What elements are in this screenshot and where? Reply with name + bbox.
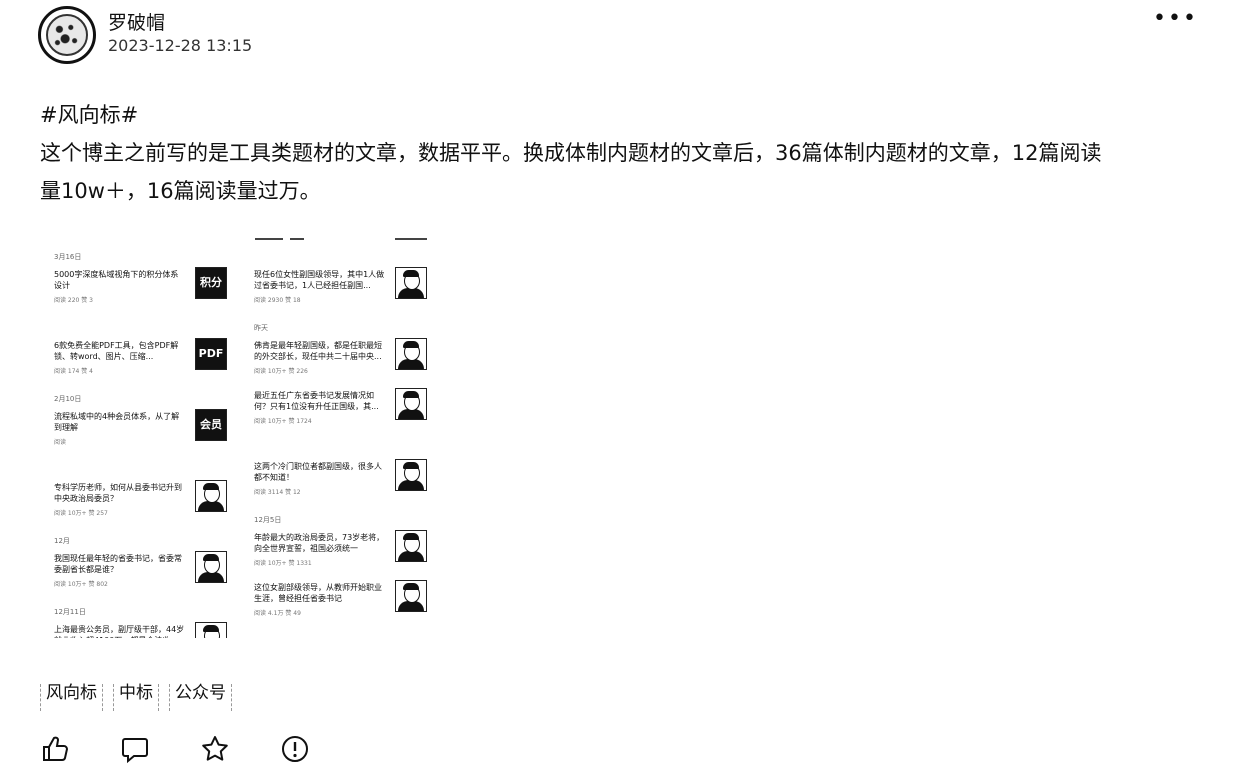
portrait-thumbnail — [195, 551, 227, 583]
tag-zhongbiao[interactable]: 中标 — [113, 678, 159, 711]
article-item: 上海最贵公务员，副厅级干部，44岁就业收入超4100万，都是合法收入！阅读 — [50, 620, 235, 638]
article-meta: 阅读 10万+ 赞 802 — [54, 581, 108, 588]
action-bar — [40, 734, 310, 764]
comment-icon[interactable] — [120, 734, 150, 764]
author-name[interactable]: 罗破帽 — [108, 8, 165, 35]
post-hashtag[interactable]: #风向标# — [40, 96, 1200, 134]
article-title: 6款免费全能PDF工具，包含PDF解锁、转word、图片、压缩... — [54, 341, 179, 361]
article-group-label: 12月 — [54, 537, 70, 545]
article-item: 5000字深度私域视角下的积分体系设计阅读 220 赞 3 积分 — [50, 265, 235, 309]
topic-tags: 风向标 中标 公众号 — [40, 678, 232, 711]
article-group-label — [54, 465, 235, 474]
article-group-label — [254, 252, 432, 261]
article-group-label: 2月10日 — [54, 395, 82, 403]
post-line-1: 这个博主之前写的是工具类题材的文章，数据平平。换成体制内题材的文章后，36篇体制… — [40, 141, 1102, 165]
article-meta: 阅读 2930 赞 18 — [254, 297, 301, 304]
post-image[interactable]: 3月16日 5000字深度私域视角下的积分体系设计阅读 220 赞 3 积分 6款免费… — [40, 238, 432, 638]
article-group-label: 12月5日 — [254, 516, 282, 524]
text-thumbnail: 积分 — [195, 267, 227, 299]
text-thumbnail: PDF — [195, 338, 227, 370]
article-group-label: 3月16日 — [54, 253, 82, 261]
article-meta: 阅读 4.1万 赞 49 — [254, 610, 301, 617]
image-left-column: 3月16日 5000字深度私域视角下的积分体系设计阅读 220 赞 3 积分 6款免费… — [50, 238, 235, 638]
article-item: 流程私域中的4种会员体系，从了解到理解阅读 会员 — [50, 407, 235, 451]
tag-fengxiangbiao[interactable]: 风向标 — [40, 678, 103, 711]
portrait-thumbnail — [395, 267, 427, 299]
article-title: 专科学历老师，如何从县委书记升到中央政治局委员？ — [54, 483, 182, 503]
article-item: 最近五任广东省委书记发展情况如何？只有1位没有升任正国级，其... 阅读 10万+… — [250, 386, 432, 430]
article-item: 这两个冷门职位者都副国级，很多人都不知道！ 阅读 3114 赞 12 — [250, 457, 432, 501]
article-title: 最近五任广东省委书记发展情况如何？只有1位没有升任正国级，其... — [254, 391, 379, 411]
article-item: 佛肯是最年轻副国级，都是任职最短的外交部长，现任中共二十届中央... 阅读 10万… — [250, 336, 432, 380]
portrait-thumbnail — [195, 622, 227, 638]
portrait-thumbnail — [395, 338, 427, 370]
portrait-thumbnail — [395, 530, 427, 562]
article-item: 现任6位女性副国级领导，其中1人做过省委书记，1人已经担任副国... 阅读 293… — [250, 265, 432, 309]
article-item: 这位女副部级领导，从教师开始职业生涯，曾经担任省委书记阅读 4.1万 赞 49 — [250, 578, 432, 622]
article-title: 我国现任最年轻的省委书记，省委常委副省长都是谁？ — [54, 554, 182, 574]
article-title: 这位女副部级领导，从教师开始职业生涯，曾经担任省委书记 — [254, 583, 382, 603]
article-group-label — [254, 444, 432, 453]
article-group-label: 昨天 — [254, 324, 268, 332]
article-meta: 阅读 10万+ 赞 1724 — [254, 418, 312, 425]
article-meta: 阅读 220 赞 3 — [54, 297, 93, 304]
article-item: 我国现任最年轻的省委书记，省委常委副省长都是谁？ 阅读 10万+ 赞 802 — [50, 549, 235, 593]
like-icon[interactable] — [40, 734, 70, 764]
avatar-image — [46, 14, 88, 56]
author-avatar[interactable] — [38, 6, 96, 64]
star-icon[interactable] — [200, 734, 230, 764]
image-right-column: 现任6位女性副国级领导，其中1人做过省委书记，1人已经担任副国... 阅读 293… — [250, 238, 432, 628]
article-title: 佛肯是最年轻副国级，都是任职最短的外交部长，现任中共二十届中央... — [254, 341, 382, 361]
post-line-2: 量10w＋，16篇阅读量过万。 — [40, 179, 321, 203]
article-meta: 阅读 10万+ 赞 257 — [54, 510, 108, 517]
article-meta: 阅读 3114 赞 12 — [254, 489, 301, 496]
portrait-thumbnail — [195, 480, 227, 512]
article-item: 专科学历老师，如何从县委书记升到中央政治局委员？ 阅读 10万+ 赞 257 — [50, 478, 235, 522]
article-group-label — [54, 323, 235, 332]
article-title: 上海最贵公务员，副厅级干部，44岁就业收入超4100万，都是合法收入！ — [54, 625, 185, 638]
article-title: 流程私域中的4种会员体系，从了解到理解 — [54, 412, 180, 432]
article-group-label: 12月11日 — [54, 608, 86, 616]
portrait-thumbnail — [395, 580, 427, 612]
article-title: 现任6位女性副国级领导，其中1人做过省委书记，1人已经担任副国... — [254, 270, 385, 290]
report-icon[interactable] — [280, 734, 310, 764]
article-title: 年龄最大的政治局委员，73岁老将，向全世界宣誓，祖国必须统一 — [254, 533, 385, 553]
article-meta: 阅读 10万+ 赞 226 — [254, 368, 308, 375]
article-meta: 阅读 10万+ 赞 1331 — [254, 560, 312, 567]
article-meta: 阅读 — [54, 439, 67, 446]
post-time: 2023-12-28 13:15 — [108, 36, 253, 55]
portrait-thumbnail — [395, 459, 427, 491]
portrait-thumbnail — [395, 388, 427, 420]
tag-gongzhonghao[interactable]: 公众号 — [169, 678, 232, 711]
article-title: 这两个冷门职位者都副国级，很多人都不知道！ — [254, 462, 382, 482]
article-item: 年龄最大的政治局委员，73岁老将，向全世界宣誓，祖国必须统一阅读 10万+ 赞 … — [250, 528, 432, 572]
article-item: 6款免费全能PDF工具，包含PDF解锁、转word、图片、压缩... 阅读 174… — [50, 336, 235, 380]
more-options-icon[interactable]: ••• — [1153, 6, 1198, 31]
article-meta: 阅读 174 赞 4 — [54, 368, 93, 375]
post-body: #风向标# 这个博主之前写的是工具类题材的文章，数据平平。换成体制内题材的文章后… — [40, 96, 1200, 210]
article-title: 5000字深度私域视角下的积分体系设计 — [54, 270, 179, 290]
text-thumbnail: 会员 — [195, 409, 227, 441]
